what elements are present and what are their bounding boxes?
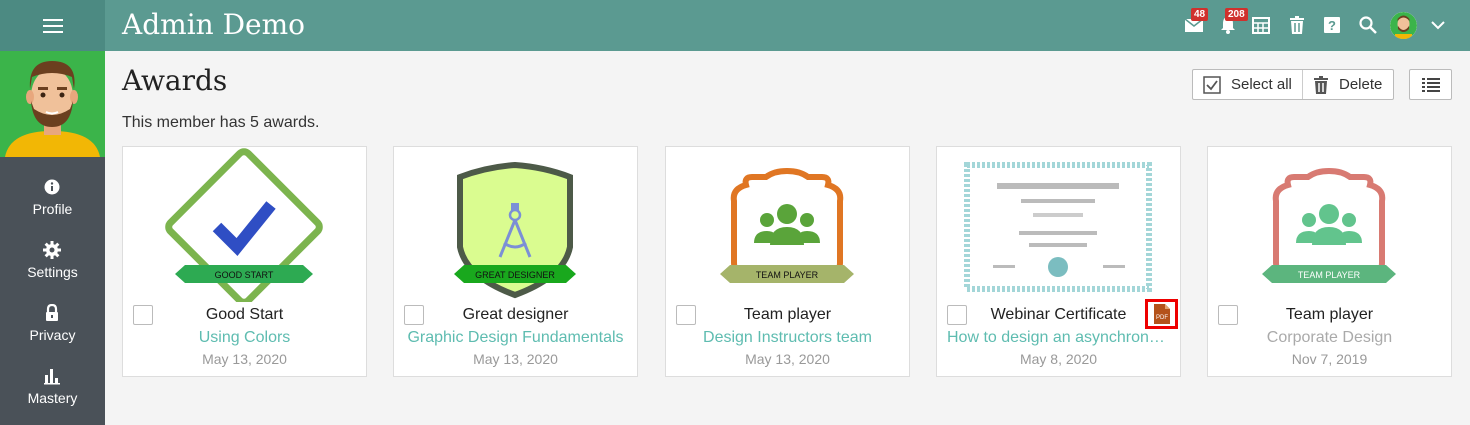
- bar-chart-icon: [42, 366, 62, 386]
- award-source-link[interactable]: Design Instructors team: [676, 329, 899, 347]
- calendar-icon: [1252, 17, 1270, 34]
- award-badge-team-player-corporate: TEAM PLAYER: [1262, 167, 1396, 283]
- award-title: Team player: [743, 306, 832, 323]
- pdf-label: PDF: [1156, 315, 1168, 321]
- award-card[interactable]: TEAM PLAYER Team player Corporate Design…: [1207, 146, 1452, 377]
- sidebar-item-settings[interactable]: Settings: [0, 240, 105, 300]
- lock-icon: [42, 303, 62, 323]
- messages-button[interactable]: 48: [1183, 8, 1209, 36]
- award-date: May 13, 2020: [473, 351, 558, 367]
- pdf-download-button[interactable]: PDF: [1145, 299, 1178, 329]
- sidebar-item-label: Privacy: [29, 327, 76, 343]
- award-badge-team-player: TEAM PLAYER: [720, 167, 854, 283]
- award-date: May 13, 2020: [202, 351, 287, 367]
- sidebar: Profile Settings Privacy Mastery: [0, 51, 105, 425]
- award-card[interactable]: GREAT DESIGNER Great designer Graphic De…: [393, 146, 638, 377]
- award-card[interactable]: Webinar Certificate How to design an asy…: [936, 146, 1181, 377]
- checkbox-checked-icon: [1203, 75, 1221, 94]
- award-source-link[interactable]: Graphic Design Fundamentals: [404, 329, 627, 347]
- sidebar-item-profile[interactable]: Profile: [0, 177, 105, 237]
- menu-button[interactable]: [0, 0, 105, 51]
- award-source-link[interactable]: How to design an asynchronous course: [947, 329, 1170, 347]
- gear-icon: [42, 240, 62, 260]
- account-menu-button[interactable]: [1427, 14, 1449, 36]
- select-all-label: Select all: [1231, 76, 1292, 93]
- award-date: Nov 7, 2019: [1291, 351, 1368, 367]
- search-icon: [1359, 16, 1377, 34]
- help-button[interactable]: ?: [1321, 14, 1343, 36]
- list-view-button[interactable]: [1409, 69, 1452, 100]
- award-card[interactable]: TEAM PLAYER Team player Design Instructo…: [665, 146, 910, 377]
- awards-count-text: This member has 5 awards.: [122, 114, 320, 131]
- certificate-preview: [964, 162, 1152, 292]
- sidebar-item-label: Profile: [32, 201, 73, 217]
- sidebar-item-label: Mastery: [27, 390, 78, 406]
- award-source-link[interactable]: Corporate Design: [1218, 329, 1441, 347]
- award-title: Good Start: [205, 306, 284, 323]
- award-card[interactable]: GOOD START Good Start Using Colors May 1…: [122, 146, 367, 377]
- select-all-button[interactable]: Select all: [1193, 70, 1303, 99]
- award-title: Team player: [1285, 306, 1374, 323]
- award-badge-great-designer: GREAT DESIGNER: [454, 161, 576, 299]
- award-ribbon-label: GREAT DESIGNER: [475, 270, 555, 280]
- award-source-link[interactable]: Using Colors: [133, 329, 356, 347]
- pdf-file-icon: PDF: [1153, 304, 1170, 324]
- sidebar-item-mastery[interactable]: Mastery: [0, 366, 105, 425]
- award-ribbon-label: TEAM PLAYER: [756, 270, 819, 280]
- calendar-button[interactable]: [1250, 14, 1272, 36]
- svg-text:?: ?: [1328, 18, 1336, 33]
- info-icon: [42, 177, 62, 197]
- page-title: Awards: [122, 64, 228, 97]
- notifications-button[interactable]: 208: [1217, 8, 1248, 36]
- bulk-actions: Select all Delete: [1192, 69, 1394, 100]
- top-bar: Admin Demo 48 208 ?: [0, 0, 1470, 51]
- trash-icon: [1290, 16, 1304, 34]
- app-title: Admin Demo: [122, 8, 306, 41]
- help-icon: ?: [1324, 17, 1340, 33]
- trash-button[interactable]: [1286, 14, 1308, 36]
- notifications-badge: 208: [1225, 8, 1248, 21]
- delete-label: Delete: [1339, 76, 1383, 93]
- award-date: May 8, 2020: [1019, 351, 1098, 367]
- member-avatar[interactable]: [0, 51, 105, 157]
- delete-button[interactable]: Delete: [1303, 70, 1393, 99]
- avatar[interactable]: [1390, 12, 1417, 39]
- menu-icon: [42, 18, 63, 33]
- award-title: Webinar Certificate: [990, 306, 1127, 323]
- trash-icon: [1314, 75, 1328, 94]
- list-icon: [1421, 77, 1440, 92]
- messages-badge: 48: [1191, 8, 1209, 21]
- award-badge-good-start: GOOD START: [165, 148, 323, 302]
- search-button[interactable]: [1357, 14, 1379, 36]
- award-ribbon-label: GOOD START: [215, 270, 274, 280]
- award-title: Great designer: [462, 306, 569, 323]
- sidebar-item-label: Settings: [27, 264, 78, 280]
- sidebar-item-privacy[interactable]: Privacy: [0, 303, 105, 363]
- award-ribbon-label: TEAM PLAYER: [1298, 270, 1361, 280]
- award-date: May 13, 2020: [745, 351, 830, 367]
- chevron-down-icon: [1431, 21, 1445, 30]
